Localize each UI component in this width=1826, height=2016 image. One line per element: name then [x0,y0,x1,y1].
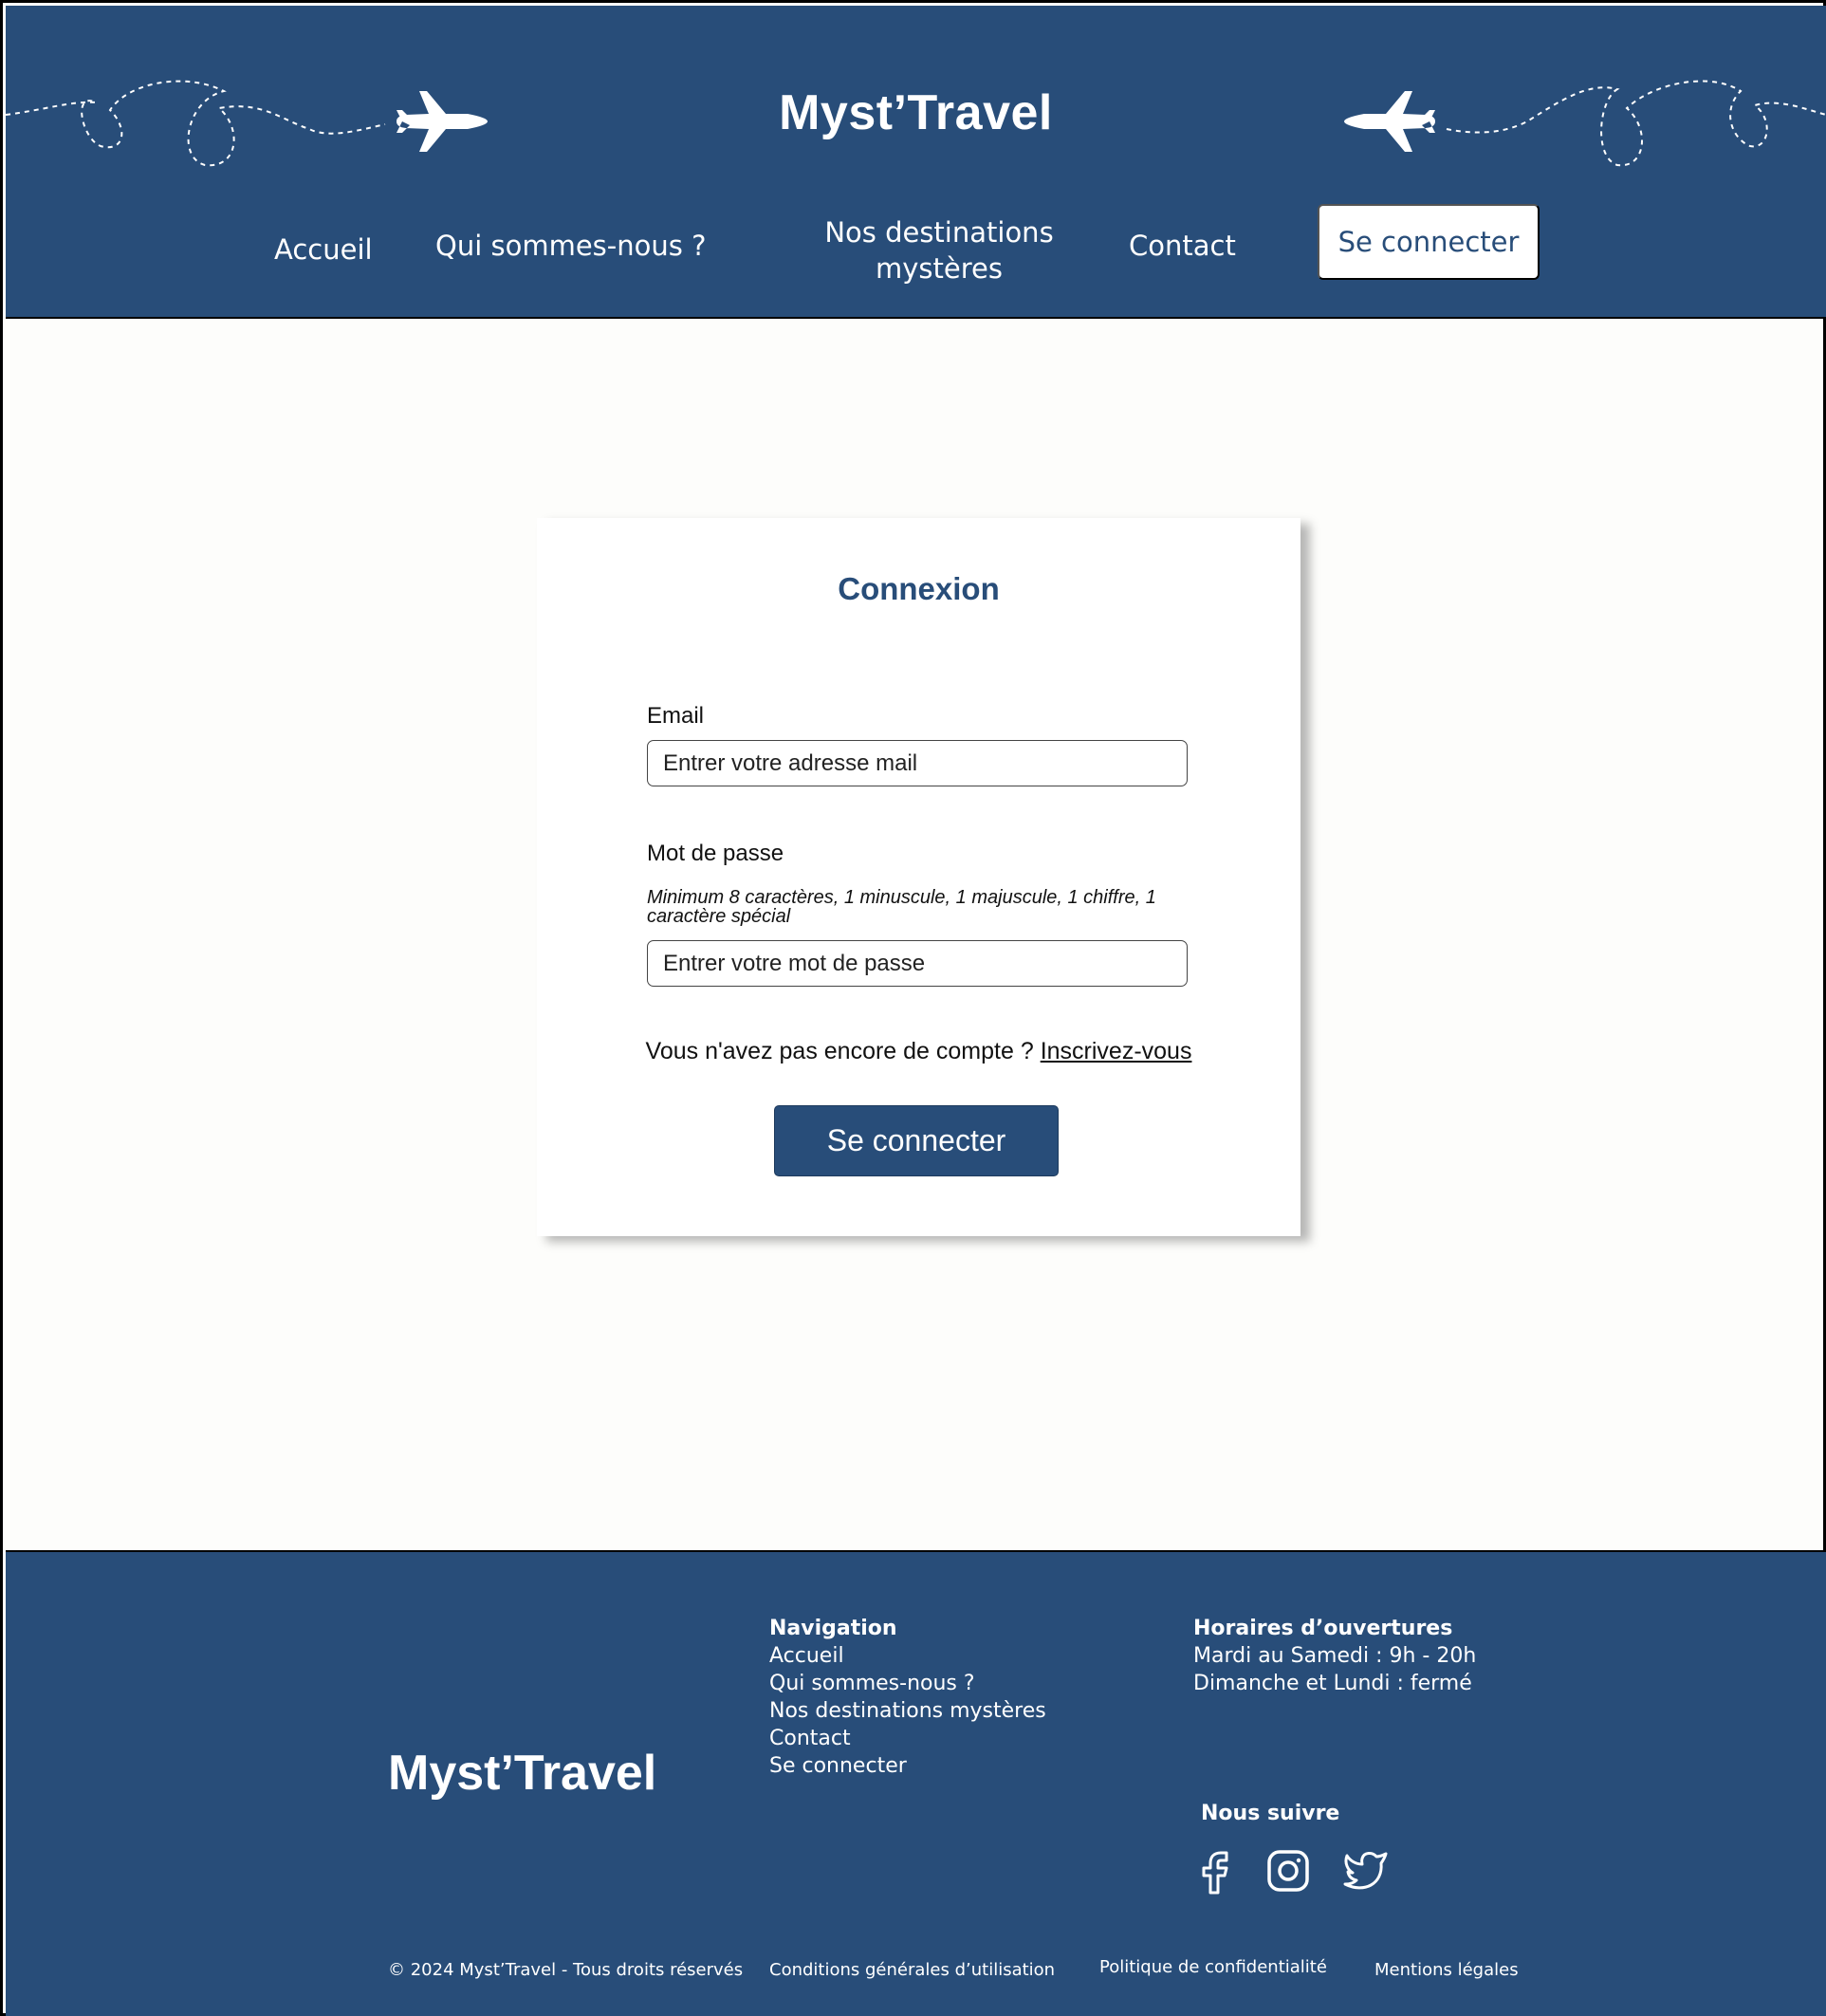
login-submit-button[interactable]: Se connecter [774,1105,1059,1176]
footer-logo[interactable]: Myst’Travel [388,1745,656,1802]
password-label: Mot de passe [647,841,784,866]
signup-link[interactable]: Inscrivez-vous [1041,1038,1192,1064]
site-footer: Myst’Travel Navigation Accueil Qui somme… [6,1550,1826,2016]
footer-hours: Horaires d’ouvertures Mardi au Samedi : … [1193,1615,1476,1697]
nav-link-qui-sommes-nous[interactable]: Qui sommes-nous ? [435,228,706,264]
page-frame: Myst’Travel Accueil Qui sommes-nous ? No… [0,0,1826,2016]
footer-navigation-title: Navigation [769,1617,897,1640]
email-label: Email [647,703,705,729]
instagram-icon[interactable] [1266,1849,1310,1896]
login-title: Connexion [838,571,1000,606]
nav-link-contact[interactable]: Contact [1129,228,1236,264]
footer-link-destinations[interactable]: Nos destinations mystères [769,1697,1046,1725]
footer-link-cgu[interactable]: Conditions générales d’utilisation [769,1960,1055,1980]
signup-text: Vous n'avez pas encore de compte ? [645,1038,1041,1064]
footer-link-accueil[interactable]: Accueil [769,1642,1046,1670]
signup-prompt: Vous n'avez pas encore de compte ? Inscr… [537,1038,1300,1065]
footer-link-contact[interactable]: Contact [769,1725,1046,1752]
footer-link-login[interactable]: Se connecter [769,1752,1046,1780]
footer-link-qui-sommes-nous[interactable]: Qui sommes-nous ? [769,1670,1046,1697]
footer-social-title: Nous suivre [1201,1802,1340,1825]
flight-path-right-decoration [1344,80,1826,167]
footer-hours-line: Dimanche et Lundi : fermé [1193,1672,1472,1695]
footer-copyright: © 2024 Myst’Travel - Tous droits réservé… [388,1960,744,1980]
footer-link-privacy[interactable]: Politique de confidentialité [1099,1957,1327,1977]
nav-link-destinations-line1: Nos destinations [824,216,1054,249]
footer-hours-line: Mardi au Samedi : 9h - 20h [1193,1644,1477,1668]
footer-link-mentions[interactable]: Mentions légales [1374,1960,1519,1980]
facebook-icon[interactable] [1198,1849,1234,1898]
footer-hours-title: Horaires d’ouvertures [1193,1617,1453,1640]
airplane-icon-right [1344,91,1435,152]
nav-link-destinations-line2: mystères [876,252,1003,285]
nav-link-destinations[interactable]: Nos destinations mystères [814,214,1064,287]
nav-link-accueil[interactable]: Accueil [274,231,373,268]
email-field[interactable] [647,740,1188,786]
site-header: Myst’Travel Accueil Qui sommes-nous ? No… [6,6,1826,319]
password-field[interactable] [647,940,1188,987]
footer-navigation: Navigation Accueil Qui sommes-nous ? Nos… [769,1615,1046,1780]
header-login-button[interactable]: Se connecter [1318,204,1540,280]
login-card: Connexion Email Mot de passe Minimum 8 c… [537,518,1300,1236]
twitter-icon[interactable] [1343,1849,1389,1895]
password-hint: Minimum 8 caractères, 1 minuscule, 1 maj… [647,887,1156,927]
